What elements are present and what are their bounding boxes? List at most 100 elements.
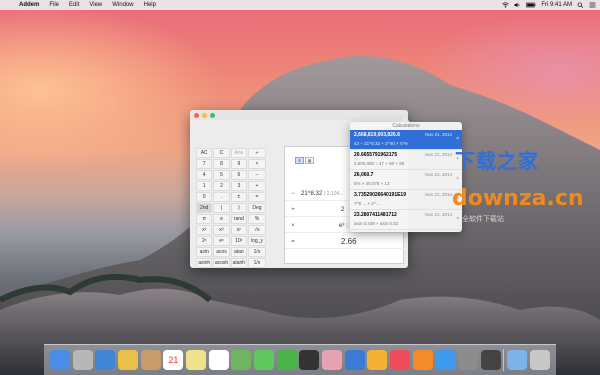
menu-edit[interactable]: Edit <box>64 2 84 8</box>
close-window-button[interactable] <box>194 112 199 118</box>
notes-icon[interactable] <box>118 350 139 370</box>
key-button[interactable]: √x <box>248 225 266 235</box>
key-button[interactable]: ± <box>230 192 247 202</box>
calendar-icon[interactable]: 21 <box>163 350 184 370</box>
activity-icon[interactable] <box>480 350 501 370</box>
maps-icon[interactable] <box>231 350 252 370</box>
finder-icon[interactable] <box>50 350 70 370</box>
key-button[interactable]: ÷ <box>248 148 266 158</box>
key-button[interactable]: 10ˣ <box>230 236 247 246</box>
preview-icon[interactable] <box>95 350 116 370</box>
messages-icon[interactable] <box>254 350 275 370</box>
key-button[interactable]: x³ <box>213 225 230 235</box>
key-button[interactable]: − <box>248 170 266 180</box>
photobooth-icon[interactable] <box>299 350 320 370</box>
delete-history-icon[interactable]: × <box>456 216 459 222</box>
key-button[interactable]: xʸ <box>230 225 247 235</box>
history-expression: 7^8 ... × 2^.... <box>354 201 381 206</box>
key-button[interactable]: rand <box>230 214 247 224</box>
menu-view[interactable]: View <box>84 2 107 8</box>
key-button[interactable]: 3 <box>230 181 247 191</box>
history-date: Nov 21, 2014 <box>425 172 452 177</box>
minimize-window-button[interactable] <box>202 112 207 118</box>
key-button[interactable]: acosh <box>213 258 230 268</box>
key-button[interactable]: e <box>213 214 230 224</box>
key-button[interactable]: x² <box>196 225 213 235</box>
key-button[interactable]: 4 <box>196 170 213 180</box>
key-button[interactable]: 1/x <box>248 247 266 257</box>
view-toggle: ☰ ▦ <box>295 157 314 164</box>
key-button[interactable]: % <box>248 214 266 224</box>
key-button[interactable]: ) <box>230 203 247 213</box>
key-button[interactable]: = <box>248 192 266 202</box>
history-date: Nov 21, 2014 <box>425 132 452 137</box>
calculations-popover: Calculations 2,668,819,003,826.8 Nov 21, … <box>350 122 462 232</box>
key-button[interactable]: 1/x <box>248 258 266 268</box>
delete-history-icon[interactable]: × <box>456 136 459 142</box>
key-button[interactable]: Ans <box>230 148 247 158</box>
history-item[interactable]: 23.2807411481712 Nov 21, 2014 asin 0.448 +… <box>350 210 462 230</box>
key-button[interactable]: atanh <box>230 258 247 268</box>
spotlight-search-icon[interactable] <box>577 2 584 8</box>
key-button[interactable]: 5 <box>213 170 230 180</box>
notification-center-icon[interactable] <box>589 2 596 8</box>
key-button[interactable]: atan <box>230 247 247 257</box>
history-item[interactable]: 26,060.7 Nov 21, 2014 5% × 40,078 + 13 × <box>350 170 462 190</box>
music-icon[interactable] <box>390 350 411 370</box>
menu-file[interactable]: File <box>44 2 64 8</box>
key-button[interactable]: AC <box>196 148 213 158</box>
key-button[interactable]: × <box>248 159 266 169</box>
popover-title: Calculations <box>392 123 420 129</box>
key-button[interactable]: 1 <box>196 181 213 191</box>
facetime-icon[interactable] <box>276 350 297 370</box>
result-row[interactable]: = 2.66 <box>285 235 405 249</box>
watermark-domain: downza.cn <box>452 186 584 211</box>
keynote-icon[interactable] <box>344 350 365 370</box>
key-button[interactable]: C <box>213 148 230 158</box>
key-button[interactable]: Deg <box>248 203 266 213</box>
downloads-icon[interactable] <box>507 350 528 370</box>
menu-clock[interactable]: Fri 9:41 AM <box>541 2 572 8</box>
reminders-icon[interactable] <box>208 350 229 370</box>
wifi-icon[interactable] <box>502 2 510 8</box>
key-button[interactable]: 9 <box>230 159 247 169</box>
menu-help[interactable]: Help <box>139 2 161 8</box>
key-button[interactable]: 8 <box>213 159 230 169</box>
key-button[interactable]: 6 <box>230 170 247 180</box>
key-button[interactable]: + <box>248 181 266 191</box>
operator-label: = <box>291 238 295 245</box>
key-button[interactable]: 0 <box>196 192 213 202</box>
stickies-icon[interactable] <box>186 350 207 370</box>
key-button[interactable]: 7 <box>196 159 213 169</box>
contacts-icon[interactable] <box>140 350 161 370</box>
key-button[interactable]: asin <box>196 247 213 257</box>
key-button[interactable]: eˣ <box>213 236 230 246</box>
volume-icon[interactable] <box>514 2 521 8</box>
key-button[interactable]: 2ˣ <box>196 236 213 246</box>
menu-window[interactable]: Window <box>107 2 138 8</box>
delete-history-icon[interactable]: × <box>456 176 459 182</box>
history-item[interactable]: 20.6655791962175 Nov 21, 2014 3,500,000 ÷ … <box>350 150 462 170</box>
key-button[interactable]: 2 <box>213 181 230 191</box>
key-button[interactable]: . <box>213 192 230 202</box>
list-view-button[interactable]: ☰ <box>295 157 304 164</box>
pages-icon[interactable] <box>367 350 388 370</box>
menu-app-name[interactable]: Addem <box>14 2 44 8</box>
history-item[interactable]: 3.73529026640191E19 Nov 21, 2014 7^8 ... ×… <box>350 190 462 210</box>
key-button[interactable]: asinh <box>196 258 213 268</box>
launchpad-icon[interactable] <box>72 350 93 370</box>
key-button[interactable]: ( <box>213 203 230 213</box>
ibooks-icon[interactable] <box>412 350 433 370</box>
trash-icon[interactable] <box>529 350 550 370</box>
zoom-window-button[interactable] <box>210 112 215 118</box>
key-button[interactable]: 2nd <box>196 203 213 213</box>
battery-icon[interactable] <box>526 2 536 8</box>
appstore-icon[interactable] <box>435 350 456 370</box>
key-button[interactable]: π <box>196 214 213 224</box>
key-button[interactable]: acos <box>213 247 230 257</box>
history-item[interactable]: 2,668,819,003,826.8 Nov 21, 2014 42 − 21^8… <box>350 130 462 150</box>
grid-view-button[interactable]: ▦ <box>305 157 314 164</box>
key-button[interactable]: log_y <box>248 236 266 246</box>
system-preferences-icon[interactable] <box>458 350 479 370</box>
photos-icon[interactable] <box>322 350 343 370</box>
